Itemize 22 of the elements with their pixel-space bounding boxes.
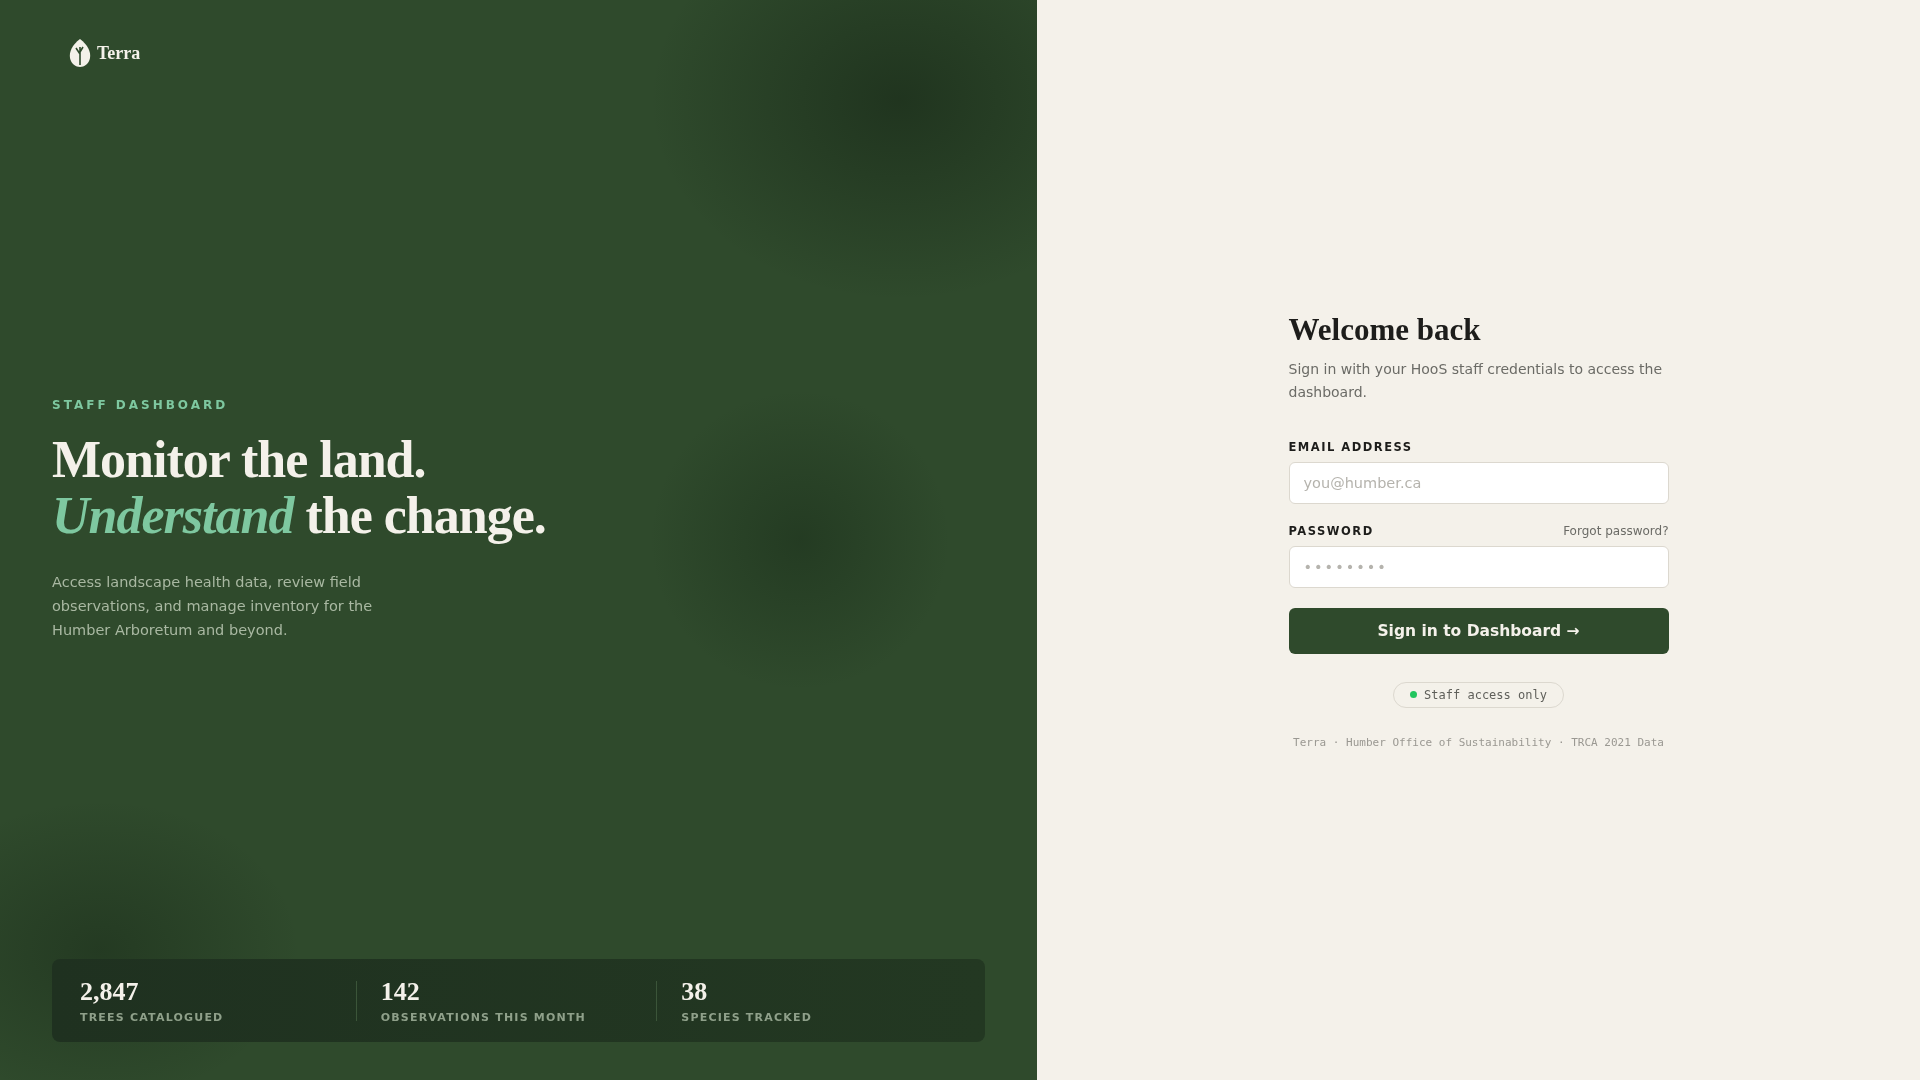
- form-subtitle: Sign in with your HooS staff credentials to access the dashboard.: [1288, 359, 1664, 402]
- hero-description: Access landscape health data, review field observations, and manage inventory for the Humber Arboretum and beyond.: [52, 573, 374, 640]
- sign-in-button[interactable]: Sign in to Dashboard →: [1288, 607, 1669, 654]
- stat-label: TREES CATALOGUED: [80, 1011, 224, 1024]
- leaf-icon: [69, 38, 91, 68]
- field-label: EMAIL ADDRESS: [1288, 439, 1413, 454]
- field-label: PASSWORD: [1288, 523, 1374, 538]
- eyebrow-label: STAFF DASHBOARD: [52, 398, 230, 412]
- password-field[interactable]: ••••••••: [1288, 545, 1669, 588]
- stat-label: SPECIES TRACKED: [681, 1011, 812, 1024]
- email-field[interactable]: you@humber.ca: [1288, 461, 1669, 504]
- forgot-password-link[interactable]: Forgot password?: [1563, 523, 1669, 538]
- footer-text: Terra · Humber Office of Sustainability · TRCA 2021 Data: [1292, 735, 1665, 749]
- headline-line: Understand the change.: [52, 488, 546, 544]
- brand-name: Terra: [97, 42, 141, 64]
- form-title: Welcome back: [1288, 311, 1482, 348]
- access-text: Staff access only: [1424, 687, 1547, 702]
- stat-value: 38: [681, 977, 708, 1007]
- stat-value: 2,847: [80, 977, 139, 1007]
- stat-label: OBSERVATIONS THIS MONTH: [380, 1011, 586, 1024]
- stat-value: 142: [380, 977, 420, 1007]
- headline-line: Monitor the land.: [52, 432, 426, 488]
